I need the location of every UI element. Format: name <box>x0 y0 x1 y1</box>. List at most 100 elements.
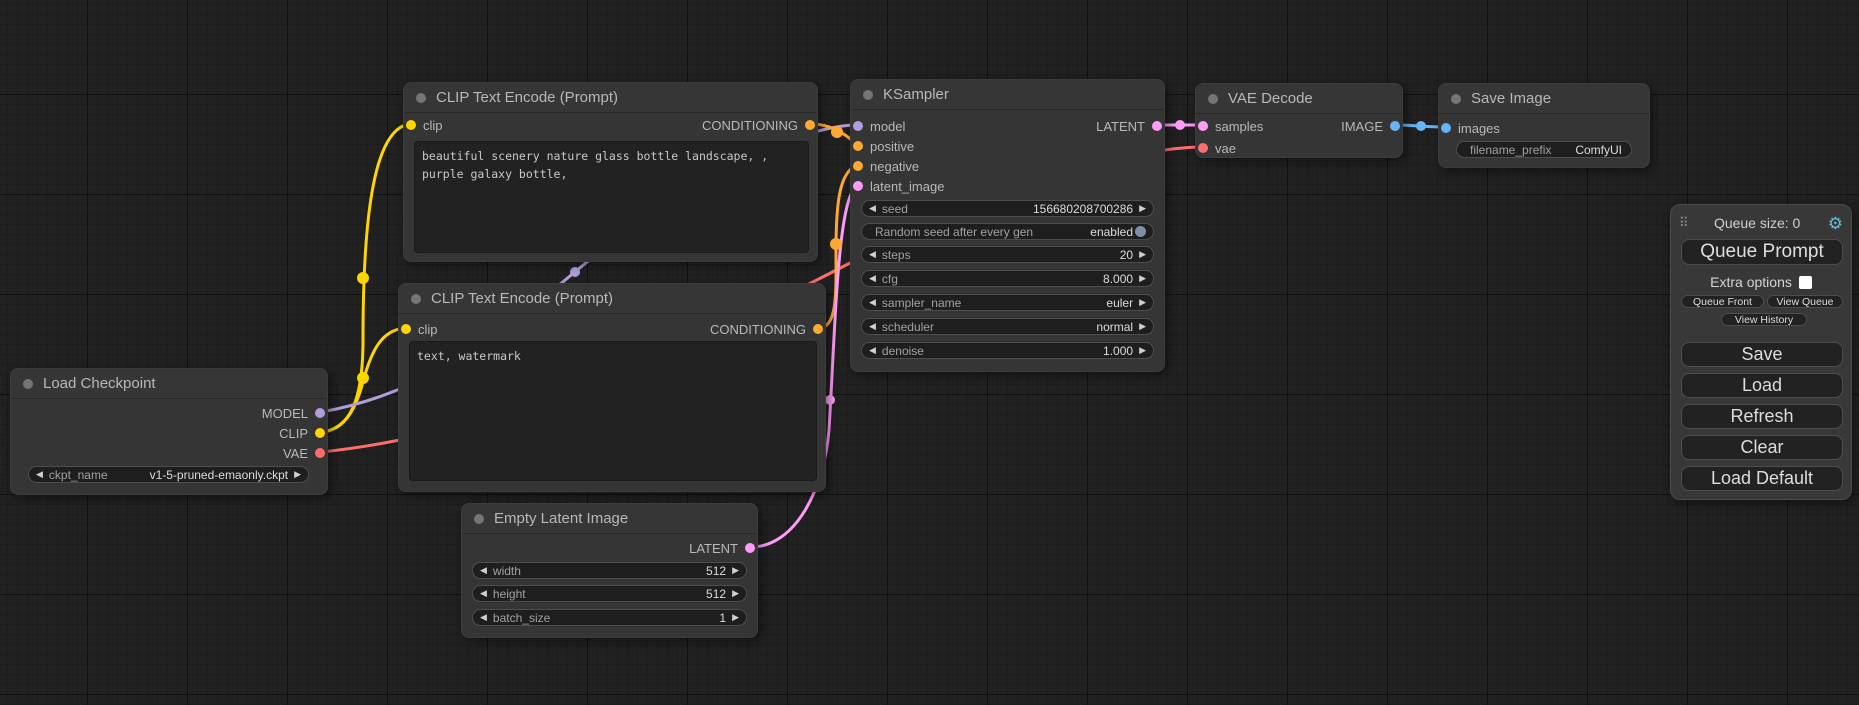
latent-image-input-port[interactable] <box>853 181 863 191</box>
load-default-button[interactable]: Load Default <box>1681 466 1843 491</box>
link-dot-clip1[interactable] <box>357 272 369 284</box>
load-button[interactable]: Load <box>1681 373 1843 398</box>
widget-value: 512 <box>706 587 726 601</box>
sampler-name-widget[interactable]: ◀ sampler_name euler ▶ <box>861 294 1154 311</box>
positive-prompt-textarea[interactable]: beautiful scenery nature glass bottle la… <box>414 141 809 253</box>
node-titlebar[interactable]: VAE Decode <box>1196 84 1402 114</box>
collapse-dot-icon[interactable] <box>411 294 421 304</box>
clip-input-port[interactable] <box>406 120 416 130</box>
port-label: IMAGE <box>1341 119 1383 134</box>
vae-output-port[interactable] <box>315 448 325 458</box>
save-button[interactable]: Save <box>1681 342 1843 367</box>
decrement-arrow-icon[interactable]: ◀ <box>869 204 876 213</box>
increment-arrow-icon[interactable]: ▶ <box>294 470 301 479</box>
negative-prompt-textarea[interactable]: text, watermark <box>409 341 817 481</box>
image-output-port[interactable] <box>1390 121 1400 131</box>
collapse-dot-icon[interactable] <box>416 93 426 103</box>
queue-front-button[interactable]: Queue Front <box>1681 295 1764 308</box>
width-widget[interactable]: ◀ width 512 ▶ <box>472 562 747 579</box>
decrement-arrow-icon[interactable]: ◀ <box>480 566 487 575</box>
collapse-dot-icon[interactable] <box>23 379 33 389</box>
collapse-dot-icon[interactable] <box>1451 94 1461 104</box>
node-save-image[interactable]: Save Image images filename_prefix ComfyU… <box>1438 83 1650 168</box>
steps-widget[interactable]: ◀ steps 20 ▶ <box>861 246 1154 263</box>
queue-prompt-button[interactable]: Queue Prompt <box>1681 239 1843 265</box>
link-dot-samples[interactable] <box>1175 120 1185 130</box>
widget-value: 1.000 <box>1103 344 1133 358</box>
increment-arrow-icon[interactable]: ▶ <box>1139 204 1146 213</box>
model-output-port[interactable] <box>315 408 325 418</box>
decrement-arrow-icon[interactable]: ◀ <box>480 613 487 622</box>
increment-arrow-icon[interactable]: ▶ <box>1139 250 1146 259</box>
increment-arrow-icon[interactable]: ▶ <box>1139 322 1146 331</box>
node-clip-text-encode-positive[interactable]: CLIP Text Encode (Prompt) clip CONDITION… <box>403 82 818 262</box>
increment-arrow-icon[interactable]: ▶ <box>1139 298 1146 307</box>
link-dot-positive[interactable] <box>831 126 843 138</box>
collapse-dot-icon[interactable] <box>474 514 484 524</box>
drag-handle-icon[interactable]: ⠿ <box>1679 215 1687 231</box>
decrement-arrow-icon[interactable]: ◀ <box>869 322 876 331</box>
settings-gear-icon[interactable]: ⚙ <box>1828 215 1843 232</box>
decrement-arrow-icon[interactable]: ◀ <box>36 470 43 479</box>
images-input-port[interactable] <box>1441 123 1451 133</box>
node-titlebar[interactable]: CLIP Text Encode (Prompt) <box>399 284 825 314</box>
decrement-arrow-icon[interactable]: ◀ <box>869 298 876 307</box>
increment-arrow-icon[interactable]: ▶ <box>732 589 739 598</box>
node-clip-text-encode-negative[interactable]: CLIP Text Encode (Prompt) clip CONDITION… <box>398 283 826 492</box>
model-input-port[interactable] <box>853 121 863 131</box>
cfg-widget[interactable]: ◀ cfg 8.000 ▶ <box>861 270 1154 287</box>
samples-input-port[interactable] <box>1198 121 1208 131</box>
decrement-arrow-icon[interactable]: ◀ <box>869 274 876 283</box>
decrement-arrow-icon[interactable]: ◀ <box>480 589 487 598</box>
link-dot-images[interactable] <box>1416 121 1426 131</box>
decrement-arrow-icon[interactable]: ◀ <box>869 250 876 259</box>
ckpt-name-widget[interactable]: ◀ ckpt_name v1-5-pruned-emaonly.ckpt ▶ <box>28 466 309 483</box>
extra-options-label: Extra options <box>1710 274 1792 290</box>
decrement-arrow-icon[interactable]: ◀ <box>869 346 876 355</box>
node-titlebar[interactable]: KSampler <box>851 80 1164 110</box>
collapse-dot-icon[interactable] <box>863 90 873 100</box>
seed-widget[interactable]: ◀ seed 156680208700286 ▶ <box>861 200 1154 217</box>
negative-input-port[interactable] <box>853 161 863 171</box>
clear-button[interactable]: Clear <box>1681 435 1843 460</box>
link-dot-latent[interactable] <box>825 395 835 405</box>
node-titlebar[interactable]: Save Image <box>1439 84 1649 114</box>
random-seed-widget[interactable]: Random seed after every gen enabled <box>861 223 1154 240</box>
node-graph-canvas[interactable]: Load Checkpoint MODEL CLIP VAE ◀ ckpt_na… <box>0 0 1859 705</box>
widget-label: width <box>493 564 521 578</box>
clip-input-port[interactable] <box>401 324 411 334</box>
denoise-widget[interactable]: ◀ denoise 1.000 ▶ <box>861 342 1154 359</box>
node-empty-latent-image[interactable]: Empty Latent Image LATENT ◀ width 512 ▶ … <box>461 503 758 638</box>
port-label: LATENT <box>1096 119 1145 134</box>
increment-arrow-icon[interactable]: ▶ <box>732 613 739 622</box>
refresh-button[interactable]: Refresh <box>1681 404 1843 429</box>
clip-output-port[interactable] <box>315 428 325 438</box>
scheduler-widget[interactable]: ◀ scheduler normal ▶ <box>861 318 1154 335</box>
node-titlebar[interactable]: CLIP Text Encode (Prompt) <box>404 83 817 113</box>
height-widget[interactable]: ◀ height 512 ▶ <box>472 585 747 602</box>
positive-input-port[interactable] <box>853 141 863 151</box>
node-load-checkpoint[interactable]: Load Checkpoint MODEL CLIP VAE ◀ ckpt_na… <box>10 368 328 495</box>
increment-arrow-icon[interactable]: ▶ <box>732 566 739 575</box>
conditioning-output-port[interactable] <box>813 324 823 334</box>
batch-size-widget[interactable]: ◀ batch_size 1 ▶ <box>472 609 747 626</box>
link-dot-clip2[interactable] <box>357 372 369 384</box>
node-titlebar[interactable]: Empty Latent Image <box>462 504 757 534</box>
node-vae-decode[interactable]: VAE Decode samples IMAGE vae <box>1195 83 1403 158</box>
toggle-icon[interactable] <box>1135 226 1146 237</box>
node-ksampler[interactable]: KSampler model LATENT positive negative … <box>850 79 1165 372</box>
extra-options-checkbox[interactable] <box>1799 276 1812 289</box>
increment-arrow-icon[interactable]: ▶ <box>1139 274 1146 283</box>
node-titlebar[interactable]: Load Checkpoint <box>11 369 327 399</box>
filename-prefix-widget[interactable]: filename_prefix ComfyUI <box>1456 141 1632 158</box>
view-queue-button[interactable]: View Queue <box>1767 295 1843 308</box>
link-dot-model[interactable] <box>570 267 580 277</box>
increment-arrow-icon[interactable]: ▶ <box>1139 346 1146 355</box>
collapse-dot-icon[interactable] <box>1208 94 1218 104</box>
view-history-button[interactable]: View History <box>1721 313 1807 326</box>
vae-input-port[interactable] <box>1198 143 1208 153</box>
latent-output-port[interactable] <box>745 543 755 553</box>
conditioning-output-port[interactable] <box>805 120 815 130</box>
latent-output-port[interactable] <box>1152 121 1162 131</box>
link-dot-negative[interactable] <box>830 238 842 250</box>
